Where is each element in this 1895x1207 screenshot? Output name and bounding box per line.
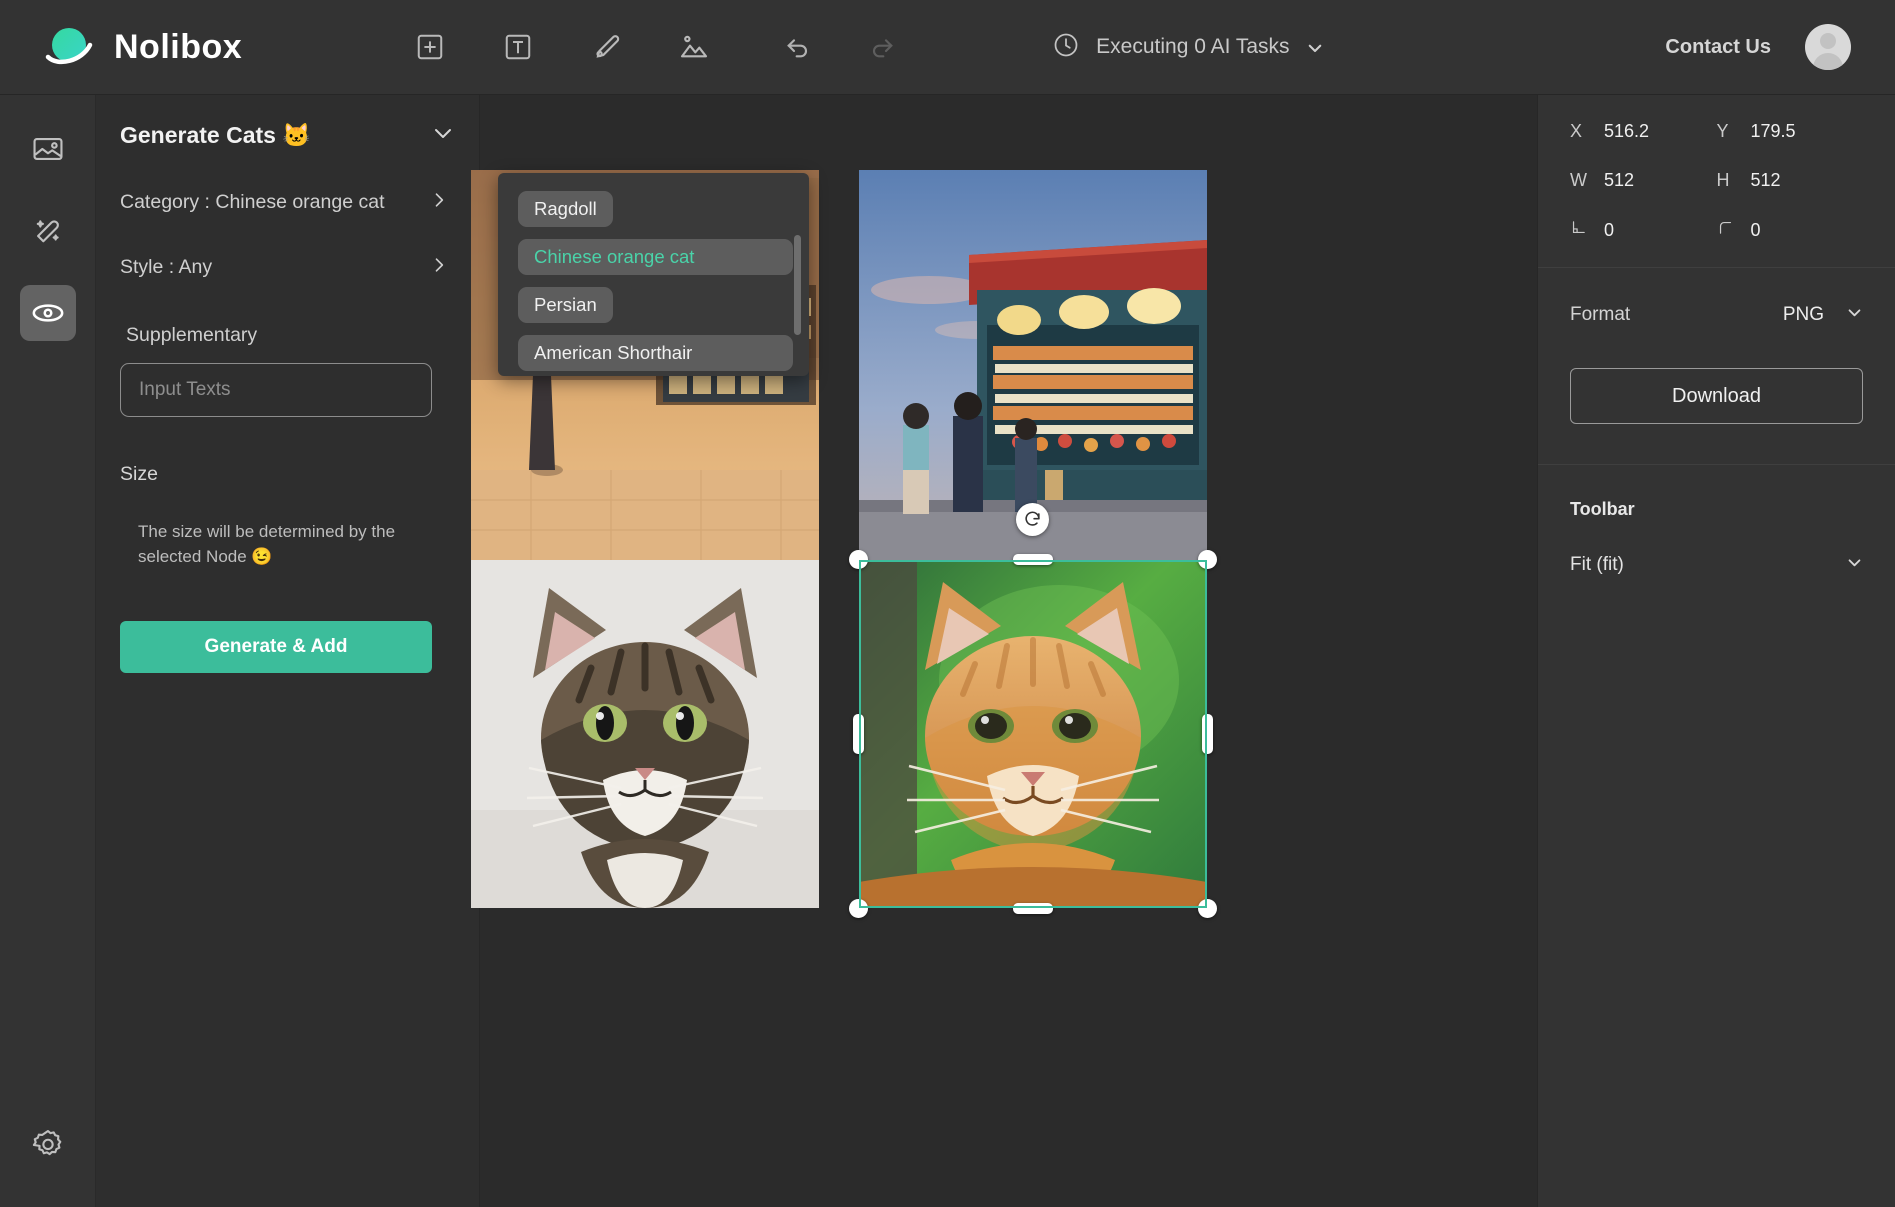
chevron-down-icon	[1846, 554, 1863, 576]
angle-icon	[1570, 219, 1588, 241]
history-controls	[778, 27, 902, 67]
download-button[interactable]: Download	[1570, 368, 1863, 424]
style-row[interactable]: Style : Any	[120, 255, 455, 280]
settings-gear-icon[interactable]	[20, 1117, 76, 1173]
toolbar-fit-value: Fit (fit)	[1570, 554, 1624, 575]
supplementary-label: Supplementary	[126, 324, 258, 346]
width-value[interactable]: 512	[1604, 170, 1634, 191]
rotate-handle[interactable]	[1016, 503, 1049, 536]
planet-logo-icon	[44, 21, 96, 73]
generate-and-add-button[interactable]: Generate & Add	[120, 621, 432, 674]
panel-header[interactable]: Generate Cats 🐱	[120, 121, 455, 150]
redo-icon[interactable]	[862, 27, 902, 67]
chevron-right-icon	[429, 190, 449, 215]
sidebar-item-eye[interactable]	[19, 285, 76, 341]
resize-handle-bottom[interactable]	[1013, 903, 1053, 914]
dropdown-scrollbar[interactable]	[794, 235, 801, 335]
chevron-down-icon	[1306, 39, 1322, 55]
category-option-chinese-orange-cat[interactable]: Chinese orange cat	[518, 239, 793, 275]
resize-handle-right[interactable]	[1202, 714, 1213, 754]
canvas[interactable]: Ragdoll Chinese orange cat Persian Ameri…	[471, 95, 1537, 1207]
brand-logo[interactable]: Nolibox	[0, 21, 242, 73]
toolbar-section: Toolbar Fit (fit)	[1538, 465, 1895, 602]
x-value[interactable]: 516.2	[1604, 121, 1649, 142]
size-label: Size	[120, 463, 158, 485]
format-value: PNG	[1782, 304, 1824, 325]
chevron-right-icon	[429, 255, 449, 280]
selection-handles	[849, 550, 1217, 918]
category-dropdown[interactable]: Ragdoll Chinese orange cat Persian Ameri…	[498, 173, 809, 376]
category-option-american-shorthair[interactable]: American Shorthair	[518, 335, 793, 371]
toolbar-title: Toolbar	[1570, 499, 1635, 519]
canvas-tools	[410, 27, 714, 67]
category-option-persian[interactable]: Persian	[518, 287, 613, 323]
chevron-down-icon[interactable]	[431, 121, 455, 150]
node-tabby-cat[interactable]	[471, 560, 819, 908]
clock-icon	[1052, 31, 1080, 64]
generate-panel: Generate Cats 🐱 Category : Chinese orang…	[96, 95, 480, 1207]
width-field[interactable]: W 512	[1570, 170, 1717, 191]
brush-icon[interactable]	[586, 27, 626, 67]
contact-us-button[interactable]: Contact Us	[1665, 36, 1771, 59]
category-options-list: Ragdoll Chinese orange cat Persian Ameri…	[518, 191, 793, 376]
add-node-icon[interactable]	[410, 27, 450, 67]
resize-handle-bottom-left[interactable]	[849, 899, 868, 918]
export-section: Format PNG Download	[1538, 268, 1895, 465]
ai-tasks-label: Executing 0 AI Tasks	[1096, 35, 1290, 58]
corner-radius-icon	[1717, 219, 1735, 241]
chevron-down-icon	[1846, 304, 1863, 326]
top-bar-right: Contact Us	[1665, 24, 1895, 70]
x-key: X	[1570, 121, 1583, 141]
toolbar-fit-select[interactable]: Fit (fit)	[1570, 554, 1863, 576]
size-note: The size will be determined by the selec…	[138, 522, 396, 566]
format-select[interactable]: PNG	[1783, 304, 1863, 326]
height-field[interactable]: H 512	[1717, 170, 1864, 191]
image-icon[interactable]	[674, 27, 714, 67]
undo-icon[interactable]	[778, 27, 818, 67]
y-value[interactable]: 179.5	[1751, 121, 1796, 142]
geometry-section: X 516.2 Y 179.5 W 512 H 512 0 0	[1538, 95, 1895, 268]
app-root: Nolibox Executing 0 AI Tasks Contact Us …	[0, 0, 1895, 1207]
style-label: Style : Any	[120, 256, 213, 278]
avatar[interactable]	[1805, 24, 1851, 70]
x-field[interactable]: X 516.2	[1570, 121, 1717, 142]
category-option-ragdoll[interactable]: Ragdoll	[518, 191, 613, 227]
left-rail	[0, 95, 96, 1207]
brand-name: Nolibox	[114, 27, 243, 66]
format-label: Format	[1570, 304, 1631, 325]
geometry-grid: X 516.2 Y 179.5 W 512 H 512 0 0	[1570, 121, 1863, 241]
right-panel: X 516.2 Y 179.5 W 512 H 512 0 0 Format P…	[1537, 95, 1895, 1207]
resize-handle-bottom-right[interactable]	[1198, 899, 1217, 918]
ai-tasks-status[interactable]: Executing 0 AI Tasks	[1052, 31, 1321, 64]
height-value[interactable]: 512	[1751, 170, 1781, 191]
corner-radius-value[interactable]: 0	[1751, 220, 1761, 241]
sidebar-item-magic[interactable]	[20, 203, 76, 259]
category-label: Category : Chinese orange cat	[120, 191, 385, 213]
node-market-scene[interactable]	[859, 170, 1207, 606]
format-row: Format PNG	[1570, 304, 1863, 326]
resize-handle-top[interactable]	[1013, 554, 1053, 565]
y-field[interactable]: Y 179.5	[1717, 121, 1864, 142]
page-title: Generate Cats 🐱	[120, 122, 311, 148]
corner-radius-field[interactable]: 0	[1717, 219, 1864, 241]
rotation-value[interactable]: 0	[1604, 220, 1614, 241]
resize-handle-left[interactable]	[853, 714, 864, 754]
y-key: Y	[1716, 121, 1729, 141]
sidebar-item-image[interactable]	[20, 121, 76, 177]
category-row[interactable]: Category : Chinese orange cat	[120, 190, 455, 215]
resize-handle-top-right[interactable]	[1198, 550, 1217, 569]
supplementary-input[interactable]	[120, 363, 432, 417]
add-text-icon[interactable]	[498, 27, 538, 67]
width-key: W	[1570, 170, 1587, 190]
rotation-field[interactable]: 0	[1570, 219, 1717, 241]
height-key: H	[1716, 170, 1730, 190]
top-bar: Nolibox Executing 0 AI Tasks Contact Us	[0, 0, 1895, 95]
resize-handle-top-left[interactable]	[849, 550, 868, 569]
